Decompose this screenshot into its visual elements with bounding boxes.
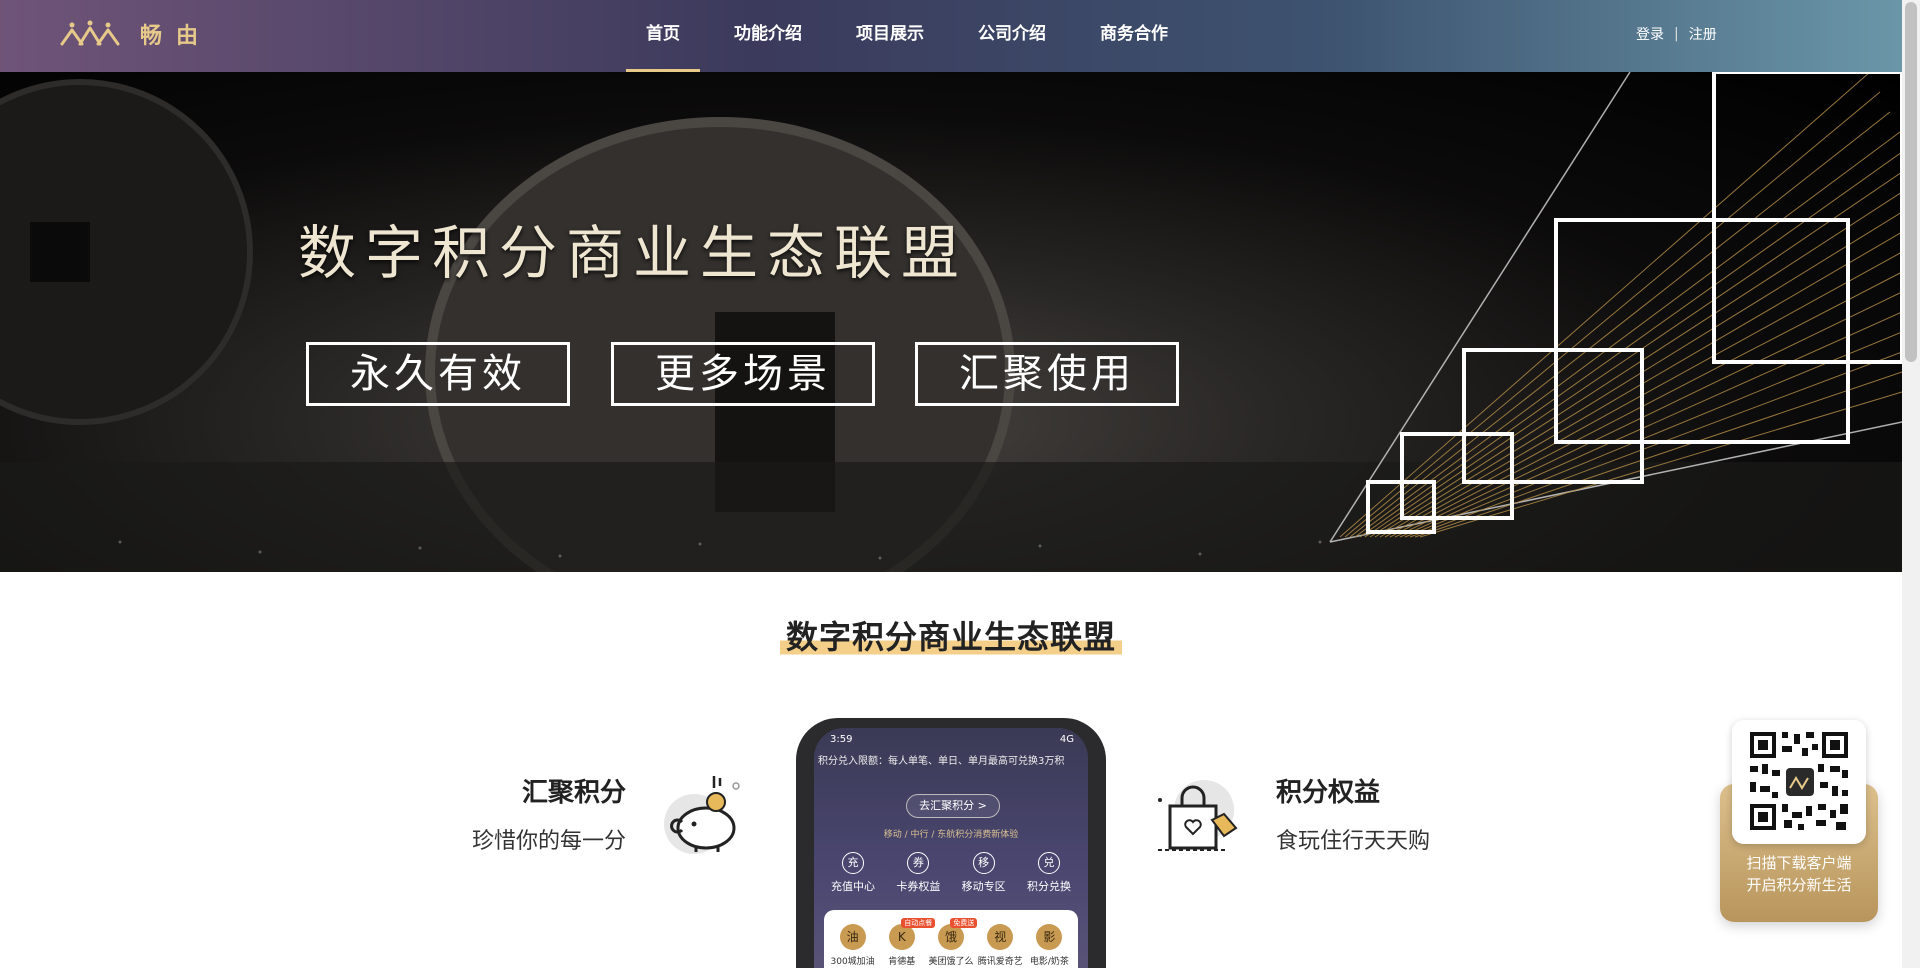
card-item-movie[interactable]: 影电影/奶茶 xyxy=(1025,924,1074,967)
page-scrollbar[interactable] xyxy=(1902,0,1920,968)
nav-item-business[interactable]: 商务合作 xyxy=(1080,0,1188,72)
mobile-icon: 移 xyxy=(972,852,995,874)
login-link[interactable]: 登录 xyxy=(1636,24,1664,44)
qr-code-icon xyxy=(1748,730,1850,832)
banner-decoration xyxy=(0,72,1902,572)
card-item-video[interactable]: 视腾讯爱奇艺 xyxy=(976,924,1025,967)
phone-status-bar: 3:59 4G xyxy=(830,734,1074,745)
shopping-bag-icon xyxy=(1158,780,1238,851)
tag-permanent: 永久有效 xyxy=(306,342,570,406)
recharge-icon: 充 xyxy=(842,852,864,874)
nav-item-features[interactable]: 功能介绍 xyxy=(714,0,822,72)
scrollbar-thumb[interactable] xyxy=(1905,2,1917,362)
coupon-icon: 券 xyxy=(907,852,930,874)
service-exchange[interactable]: 兑积分兑换 xyxy=(1018,852,1080,894)
card-item-fuel[interactable]: 油 300城加油 xyxy=(828,924,877,967)
card-item-food-delivery[interactable]: 免费送饿美团饿了么 xyxy=(926,918,978,967)
logo[interactable]: 畅由 xyxy=(60,18,212,50)
partners-line: 移动 / 中行 / 东航积分消费新体验 xyxy=(883,830,1019,840)
phone-card: 油 300城加油 自动点餐 K 肯德基 免费送饿美团饿了么 视腾讯爱奇艺 影电影/奶茶 xyxy=(824,910,1078,968)
service-row: 充充值中心 券卡券权益 移移动专区 兑积分兑换 xyxy=(822,852,1080,894)
qr-caption: 扫描下载客户端 开启积分新生活 xyxy=(1720,852,1878,896)
service-label: 移动专区 xyxy=(961,880,1006,893)
qr-download-widget[interactable]: 扫描下载客户端 开启积分新生活 xyxy=(1720,718,1878,922)
feature-title-collect: 汇聚积分 xyxy=(521,778,626,808)
tag-aggregate-use: 汇聚使用 xyxy=(915,342,1179,406)
auth-links: 登录 | 注册 xyxy=(1636,24,1717,44)
exchange-icon: 兑 xyxy=(1037,852,1060,874)
banner-title: 数字积分商业生态联盟 xyxy=(298,219,969,287)
register-link[interactable]: 注册 xyxy=(1689,24,1717,44)
top-navbar: 畅由 首页 功能介绍 项目展示 公司介绍 商务合作 登录 | 注册 xyxy=(0,0,1902,72)
card-label: 电影/奶茶 xyxy=(1029,957,1069,967)
card-badge: 免费送 xyxy=(950,918,978,928)
section-title: 数字积分商业生态联盟 xyxy=(780,612,1122,658)
tag-more-scenes: 更多场景 xyxy=(611,342,875,406)
collect-points-button[interactable]: 去汇聚积分 > xyxy=(906,794,1000,818)
main-nav: 首页 功能介绍 项目展示 公司介绍 商务合作 xyxy=(626,0,1202,72)
phone-ticker: 积分兑入限额：每人单笔、单日、单月最高可兑换3万积 xyxy=(818,756,1065,767)
card-label: 美团饿了么 xyxy=(928,957,974,967)
logo-mark-icon xyxy=(60,20,120,46)
page: 畅由 首页 功能介绍 项目展示 公司介绍 商务合作 登录 | 注册 数字积分商业… xyxy=(0,0,1920,968)
nav-item-projects[interactable]: 项目展示 xyxy=(836,0,944,72)
auth-separator: | xyxy=(1674,26,1679,42)
card-label: 300城加油 xyxy=(830,957,875,967)
phone-screen: 3:59 4G 积分兑入限额：每人单笔、单日、单月最高可兑换3万积 去汇聚积分 … xyxy=(814,728,1088,968)
qr-card xyxy=(1732,720,1866,844)
phone-time: 3:59 xyxy=(830,734,853,745)
service-recharge[interactable]: 充充值中心 xyxy=(822,852,884,894)
card-label: 肯德基 xyxy=(888,957,916,967)
card-row: 油 300城加油 自动点餐 K 肯德基 免费送饿美团饿了么 视腾讯爱奇艺 影电影/奶茶 xyxy=(828,918,1074,967)
feature-subtitle-benefits: 食玩住行天天购 xyxy=(1276,829,1431,854)
qr-caption-line1: 扫描下载客户端 xyxy=(1746,854,1852,872)
service-coupons[interactable]: 券卡券权益 xyxy=(887,852,949,894)
fuel-icon: 油 xyxy=(839,924,866,950)
phone-network: 4G xyxy=(1059,734,1074,745)
hero-banner: 数字积分商业生态联盟 永久有效 更多场景 汇聚使用 xyxy=(0,72,1902,572)
feature-subtitle-collect: 珍惜你的每一分 xyxy=(471,829,626,854)
service-label: 积分兑换 xyxy=(1026,880,1071,893)
movie-icon: 影 xyxy=(1036,924,1063,950)
video-icon: 视 xyxy=(987,924,1014,950)
feature-collect-points: 汇聚积分 珍惜你的每一分 xyxy=(446,772,626,855)
piggy-bank-icon xyxy=(664,776,740,854)
feature-title-benefits: 积分权益 xyxy=(1276,778,1381,808)
service-label: 充值中心 xyxy=(831,880,875,893)
service-mobile[interactable]: 移移动专区 xyxy=(953,852,1015,894)
logo-text: 畅由 xyxy=(140,24,213,49)
card-label: 腾讯爱奇艺 xyxy=(977,957,1023,967)
card-item-kfc[interactable]: 自动点餐 K 肯德基 xyxy=(877,918,936,967)
feature-points-benefits: 积分权益 食玩住行天天购 xyxy=(1276,772,1536,855)
qr-caption-line2: 开启积分新生活 xyxy=(1746,876,1852,894)
service-label: 卡券权益 xyxy=(896,880,941,893)
nav-item-company[interactable]: 公司介绍 xyxy=(958,0,1066,72)
nav-item-home[interactable]: 首页 xyxy=(626,0,700,72)
